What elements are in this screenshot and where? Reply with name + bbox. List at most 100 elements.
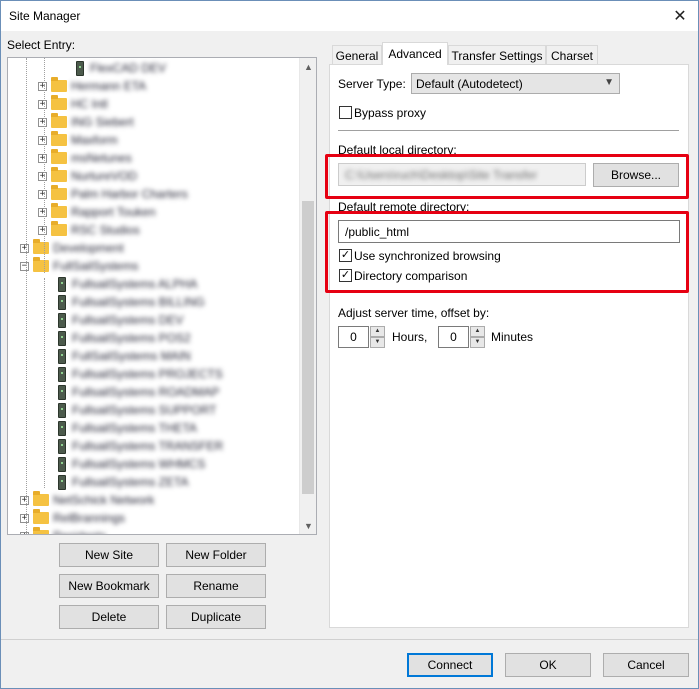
tree-folder-item[interactable]: + ING Siebert [38,113,134,131]
tree-site-item[interactable]: FullsailSystems SUPPORT [58,401,216,419]
minutes-down-icon[interactable]: ▼ [470,337,485,348]
hours-down-icon[interactable]: ▼ [370,337,385,348]
expand-icon[interactable]: + [20,243,29,253]
folder-icon [51,113,67,128]
tree-item-label: FullsailSystems DEV [72,313,184,327]
new-bookmark-button[interactable]: New Bookmark [59,574,159,598]
tree-item-label: FullSailSystems MAIN [72,349,191,363]
tree-site-item[interactable]: FullsailSystems WHMCS [58,455,205,473]
tree-folder-item[interactable]: + NurtureVOD [38,167,137,185]
expand-icon[interactable]: + [20,513,29,523]
tree-folder-item[interactable]: + Development [20,239,124,257]
collapse-icon[interactable]: − [20,261,29,271]
expand-icon[interactable]: + [38,135,47,145]
new-folder-button[interactable]: New Folder [166,543,266,567]
tree-item-label: Development [53,241,124,255]
server-icon [76,60,84,76]
server-icon [58,420,66,436]
tree-folder-item[interactable]: + RSC Studios [38,221,140,239]
scroll-down-icon[interactable]: ▼ [300,517,316,534]
tree-site-item[interactable]: FullsailSystems ROADMAP [58,383,219,401]
tree-folder-item[interactable]: + Hermann ETA [38,77,146,95]
tree-item-label: Residents [53,529,106,534]
server-icon [58,348,66,364]
minutes-value: 0 [450,330,457,344]
expand-icon[interactable]: + [38,99,47,109]
expand-icon[interactable]: + [20,495,29,505]
minutes-label: Minutes [491,330,534,344]
folder-icon [51,149,67,164]
folder-icon [51,203,67,218]
tab-general[interactable]: General [332,45,382,65]
chevron-down-icon: ▼ [604,77,614,88]
tree-site-item[interactable]: FullsailSystems BILLING [58,293,205,311]
server-icon [58,312,66,328]
hours-stepper[interactable]: ▲ ▼ [370,326,385,348]
tree-folder-item[interactable]: − FullSailSystems [20,257,138,275]
tree-site-item[interactable]: FullsailSystems ZETA [58,473,188,491]
tree-item-label: RSC Studios [71,223,140,237]
tree-item-label: FullsailSystems ZETA [72,475,189,489]
folder-icon [51,77,67,92]
server-icon [58,384,66,400]
tab-charset[interactable]: Charset [546,45,598,65]
footer-divider [1,639,698,640]
connect-button[interactable]: Connect [407,653,493,677]
server-type-label: Server Type: [338,77,406,91]
bypass-proxy-label: Bypass proxy [354,106,427,120]
site-tree[interactable]: FlexCAD DEV + Hermann ETA + HC Intl + ING Sieb… [7,57,317,535]
server-type-select[interactable]: Default (Autodetect) ▼ [411,73,620,94]
rename-button[interactable]: Rename [166,574,266,598]
tab-transfer-settings[interactable]: Transfer Settings [448,45,546,65]
tree-guide-line [26,58,27,534]
expand-icon[interactable]: + [38,207,47,217]
tree-site-item[interactable]: FullsailSystems THETA [58,419,197,437]
expand-icon[interactable]: + [20,531,29,534]
tree-item-label: FullsailSystems WHMCS [72,457,206,471]
delete-button[interactable]: Delete [59,605,159,629]
expand-icon[interactable]: + [38,225,47,235]
hours-up-icon[interactable]: ▲ [370,326,385,337]
expand-icon[interactable]: + [38,117,47,127]
tree-folder-item[interactable]: + msNetunes [38,149,132,167]
folder-icon [51,185,67,200]
expand-icon[interactable]: + [38,81,47,91]
hours-input[interactable]: 0 [338,326,369,348]
tab-advanced[interactable]: Advanced [382,42,448,65]
tree-folder-item[interactable]: + RelBrannings [20,509,125,527]
minutes-input[interactable]: 0 [438,326,469,348]
tree-folder-item[interactable]: + HC Intl [38,95,108,113]
tree-item-label: Hermann ETA [71,79,147,93]
expand-icon[interactable]: + [38,153,47,163]
tree-site-item[interactable]: FullsailSystems DEV [58,311,183,329]
tree-folder-item[interactable]: + NetSchick Network [20,491,154,509]
tree-site-item[interactable]: FlexCAD DEV [76,59,166,77]
bypass-proxy-checkbox[interactable] [339,106,352,119]
tree-folder-item[interactable]: + Residents [20,527,106,534]
new-site-button[interactable]: New Site [59,543,159,567]
tree-folder-item[interactable]: + Maxform [38,131,118,149]
tree-site-item[interactable]: FullSailSystems MAIN [58,347,191,365]
tree-site-item[interactable]: FullsailSystems TRANSFER [58,437,223,455]
tree-scrollbar[interactable]: ▲ ▼ [299,58,316,534]
expand-icon[interactable]: + [38,171,47,181]
expand-icon[interactable]: + [38,189,47,199]
tree-site-item[interactable]: FullsailSystems POS2 [58,329,191,347]
scroll-thumb[interactable] [302,201,314,494]
tree-item-label: FullsailSystems THETA [72,421,197,435]
tree-site-item[interactable]: FullsailSystems PROJECTS [58,365,223,383]
server-type-value: Default (Autodetect) [416,76,523,91]
scroll-up-icon[interactable]: ▲ [300,58,316,75]
minutes-stepper[interactable]: ▲ ▼ [470,326,485,348]
server-icon [58,474,66,490]
tree-site-item[interactable]: FullsailSystems ALPHA [58,275,197,293]
close-icon[interactable]: ✕ [668,5,692,27]
tree-folder-item[interactable]: + Rapport Touken [38,203,156,221]
minutes-up-icon[interactable]: ▲ [470,326,485,337]
duplicate-button[interactable]: Duplicate [166,605,266,629]
adjust-time-label: Adjust server time, offset by: [338,306,490,320]
cancel-button[interactable]: Cancel [603,653,689,677]
ok-button[interactable]: OK [505,653,591,677]
tree-folder-item[interactable]: + Palm Harbor Charters [38,185,188,203]
folder-icon [33,491,49,506]
